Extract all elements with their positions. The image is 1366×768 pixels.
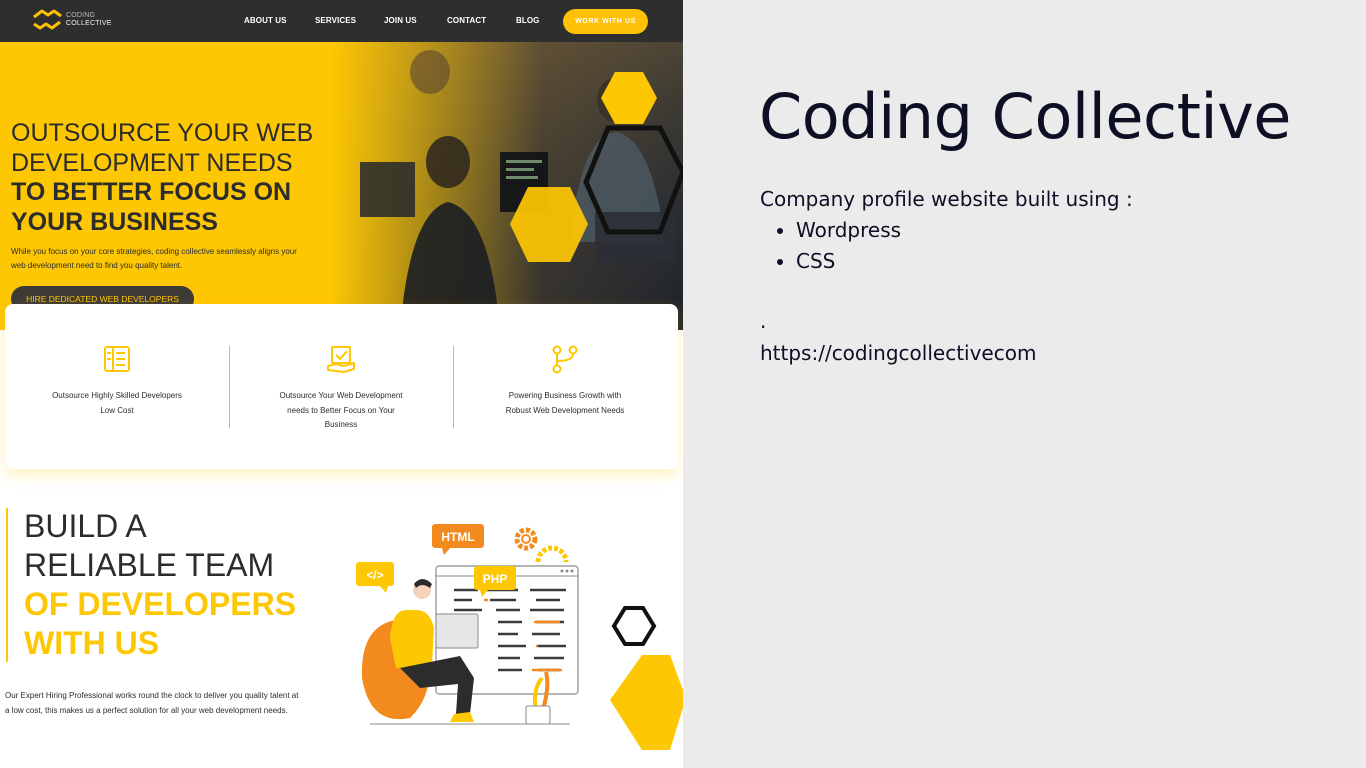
build-heading-line4: WITH US bbox=[24, 625, 160, 661]
logo[interactable]: CODING COLLECTIVE bbox=[32, 8, 112, 32]
tech-list-item: Wordpress bbox=[796, 215, 901, 246]
hero-photo-art bbox=[360, 50, 683, 330]
html-badge-text: HTML bbox=[441, 530, 474, 544]
git-branch-icon bbox=[552, 345, 578, 374]
feature-item: Outsource Highly Skilled Developers Low … bbox=[47, 344, 187, 418]
build-paragraph: Our Expert Hiring Professional works rou… bbox=[5, 691, 299, 715]
hero-paragraph: While you focus on your core strategies,… bbox=[11, 247, 297, 270]
nav-blog[interactable]: BLOG bbox=[516, 16, 540, 25]
build-heading-line1: BUILD A bbox=[24, 508, 147, 544]
top-nav: CODING COLLECTIVE ABOUT US SERVICES JOIN… bbox=[0, 0, 683, 42]
build-heading-line3: OF DEVELOPERS bbox=[24, 586, 297, 622]
nav-services[interactable]: SERVICES bbox=[315, 16, 356, 25]
nav-contact[interactable]: CONTACT bbox=[447, 16, 486, 25]
hero-heading-line4: YOUR BUSINESS bbox=[11, 207, 218, 236]
features-card: Outsource Highly Skilled Developers Low … bbox=[5, 304, 678, 469]
code-badge-text: </> bbox=[366, 568, 383, 582]
feature-divider bbox=[453, 346, 454, 428]
website-screenshot: CODING COLLECTIVE ABOUT US SERVICES JOIN… bbox=[0, 0, 683, 768]
tech-list-item: CSS bbox=[796, 246, 901, 277]
accent-bar bbox=[6, 508, 8, 662]
work-with-us-button[interactable]: WORK WITH US bbox=[563, 9, 648, 34]
php-badge-text: PHP bbox=[483, 572, 508, 586]
feature-text: Powering Business Growth with Robust Web… bbox=[505, 391, 625, 415]
project-description: Company profile website built using : bbox=[760, 187, 1133, 211]
logo-icon bbox=[33, 9, 62, 30]
feature-text: Outsource Your Web Development needs to … bbox=[279, 391, 403, 429]
build-heading: BUILD A RELIABLE TEAM OF DEVELOPERS WITH… bbox=[24, 507, 296, 663]
feature-text: Outsource Highly Skilled Developers Low … bbox=[52, 391, 182, 415]
hero-heading-line2: DEVELOPMENT NEEDS bbox=[11, 148, 293, 177]
nav-about-us[interactable]: ABOUT US bbox=[244, 16, 287, 25]
logo-line2: COLLECTIVE bbox=[66, 20, 112, 27]
hand-checklist-icon bbox=[327, 346, 355, 373]
logo-line1: CODING bbox=[66, 12, 96, 19]
hero-photo bbox=[330, 42, 683, 330]
project-title: Coding Collective bbox=[759, 80, 1291, 153]
developer-illustration: HTML PHP </> bbox=[356, 524, 579, 725]
feature-divider bbox=[229, 346, 230, 428]
document-list-icon bbox=[104, 346, 130, 372]
tech-list: Wordpress CSS bbox=[776, 215, 901, 277]
feature-item: Powering Business Growth with Robust Web… bbox=[495, 344, 635, 418]
separator-dot: . bbox=[760, 309, 767, 333]
nav-join-us[interactable]: JOIN US bbox=[384, 16, 417, 25]
hero-section: OUTSOURCE YOUR WEB DEVELOPMENT NEEDS TO … bbox=[0, 42, 683, 330]
hero-heading-line3: TO BETTER FOCUS ON bbox=[11, 178, 292, 206]
build-heading-line2: RELIABLE TEAM bbox=[24, 547, 275, 583]
project-url-link[interactable]: https://codingcollectivecom bbox=[760, 341, 1036, 365]
hero-heading-line1: OUTSOURCE YOUR WEB bbox=[11, 119, 314, 147]
feature-item: Outsource Your Web Development needs to … bbox=[271, 344, 411, 433]
hero-heading: OUTSOURCE YOUR WEB DEVELOPMENT NEEDS TO … bbox=[11, 119, 313, 237]
decorative-hexagons bbox=[610, 606, 683, 750]
